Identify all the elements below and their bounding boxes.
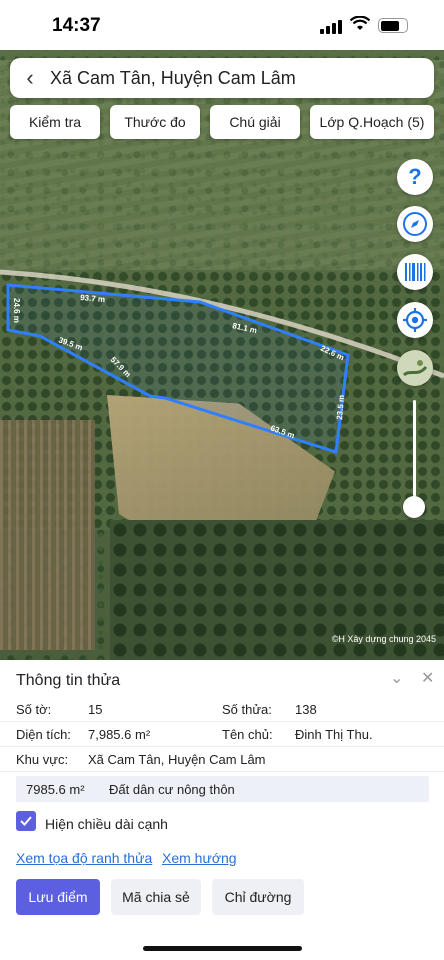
status-time: 14:37 bbox=[52, 15, 101, 36]
status-bar: 14:37 bbox=[0, 0, 444, 50]
close-icon[interactable]: ✕ bbox=[421, 668, 434, 688]
map-overlay: 93.7 m 81.1 m 22.6 m 23.5 m 63.5 m 57.9 … bbox=[0, 269, 444, 454]
checkmark-icon bbox=[20, 816, 32, 826]
owner-value: Đinh Thị Thu. bbox=[295, 727, 373, 742]
location-title: Xã Cam Tân, Huyện Cam Lâm bbox=[50, 67, 296, 88]
view-direction-link[interactable]: Xem hướng bbox=[162, 850, 237, 866]
land-use-entry: 7985.6 m² Đất dân cư nông thôn bbox=[16, 776, 429, 802]
measure-button[interactable]: Thước đo bbox=[110, 105, 200, 139]
parcel-value: 138 bbox=[295, 702, 317, 717]
layers-button[interactable]: Lớp Q.Hoạch (5) bbox=[310, 105, 434, 139]
info-row: Khu vực: Xã Cam Tân, Huyện Cam Lâm bbox=[0, 748, 444, 772]
share-code-button[interactable]: Mã chia sẻ bbox=[111, 879, 201, 915]
compass-icon[interactable] bbox=[397, 206, 433, 242]
battery-icon bbox=[378, 18, 408, 33]
basemap-icon[interactable] bbox=[397, 350, 433, 386]
show-edges-label[interactable]: Hiện chiều dài cạnh bbox=[45, 816, 168, 832]
area-value: 7,985.6 m² bbox=[88, 727, 151, 742]
info-row: Số tờ: 15 Số thửa: 138 bbox=[0, 698, 444, 722]
edge-label: 23.5 m bbox=[335, 395, 346, 421]
parcel-info-panel: Thông tin thửa ⌄ ✕ Số tờ: 15 Số thửa: 13… bbox=[0, 660, 444, 960]
map-view[interactable]: 93.7 m 81.1 m 22.6 m 23.5 m 63.5 m 57.9 … bbox=[0, 0, 444, 660]
show-edges-checkbox[interactable] bbox=[16, 811, 36, 831]
help-icon[interactable]: ? bbox=[397, 159, 433, 195]
landuse-area: 7985.6 m² bbox=[26, 782, 85, 797]
parcel-label: Số thửa: bbox=[222, 702, 272, 717]
parcel-boundary[interactable] bbox=[6, 283, 350, 454]
zoom-slider[interactable] bbox=[413, 400, 416, 505]
locate-icon[interactable] bbox=[397, 302, 433, 338]
region-label: Khu vực: bbox=[16, 752, 69, 767]
search-header[interactable]: ‹ Xã Cam Tân, Huyện Cam Lâm bbox=[10, 58, 434, 98]
save-point-button[interactable]: Lưu điểm bbox=[16, 879, 100, 915]
panel-title: Thông tin thửa bbox=[16, 672, 121, 689]
check-button[interactable]: Kiểm tra bbox=[10, 105, 100, 139]
area-label: Diện tích: bbox=[16, 727, 71, 742]
chevron-down-icon[interactable]: ⌄ bbox=[390, 668, 403, 688]
wifi-icon bbox=[350, 16, 370, 30]
sheet-value: 15 bbox=[88, 702, 103, 717]
map-attribution: ©H Xây dựng chung 2045 bbox=[331, 634, 436, 644]
owner-label: Tên chủ: bbox=[222, 727, 273, 742]
info-row: Diện tích: 7,985.6 m² Tên chủ: Đinh Thị … bbox=[0, 723, 444, 747]
zoom-slider-thumb[interactable] bbox=[403, 496, 425, 518]
chevron-left-icon[interactable]: ‹ bbox=[10, 65, 50, 91]
view-coordinates-link[interactable]: Xem tọa độ ranh thửa bbox=[16, 850, 152, 866]
region-value: Xã Cam Tân, Huyện Cam Lâm bbox=[88, 752, 266, 767]
edge-label: 24.6 m bbox=[12, 298, 21, 323]
directions-button[interactable]: Chỉ đường bbox=[212, 879, 304, 915]
legend-button[interactable]: Chú giải bbox=[210, 105, 300, 139]
signal-icon bbox=[320, 20, 342, 34]
map-toolbar: Kiểm tra Thước đo Chú giải Lớp Q.Hoạch (… bbox=[10, 105, 434, 139]
sheet-label: Số tờ: bbox=[16, 702, 52, 717]
home-indicator[interactable] bbox=[143, 946, 302, 951]
landuse-type: Đất dân cư nông thôn bbox=[109, 782, 235, 797]
barcode-icon[interactable] bbox=[397, 254, 433, 290]
